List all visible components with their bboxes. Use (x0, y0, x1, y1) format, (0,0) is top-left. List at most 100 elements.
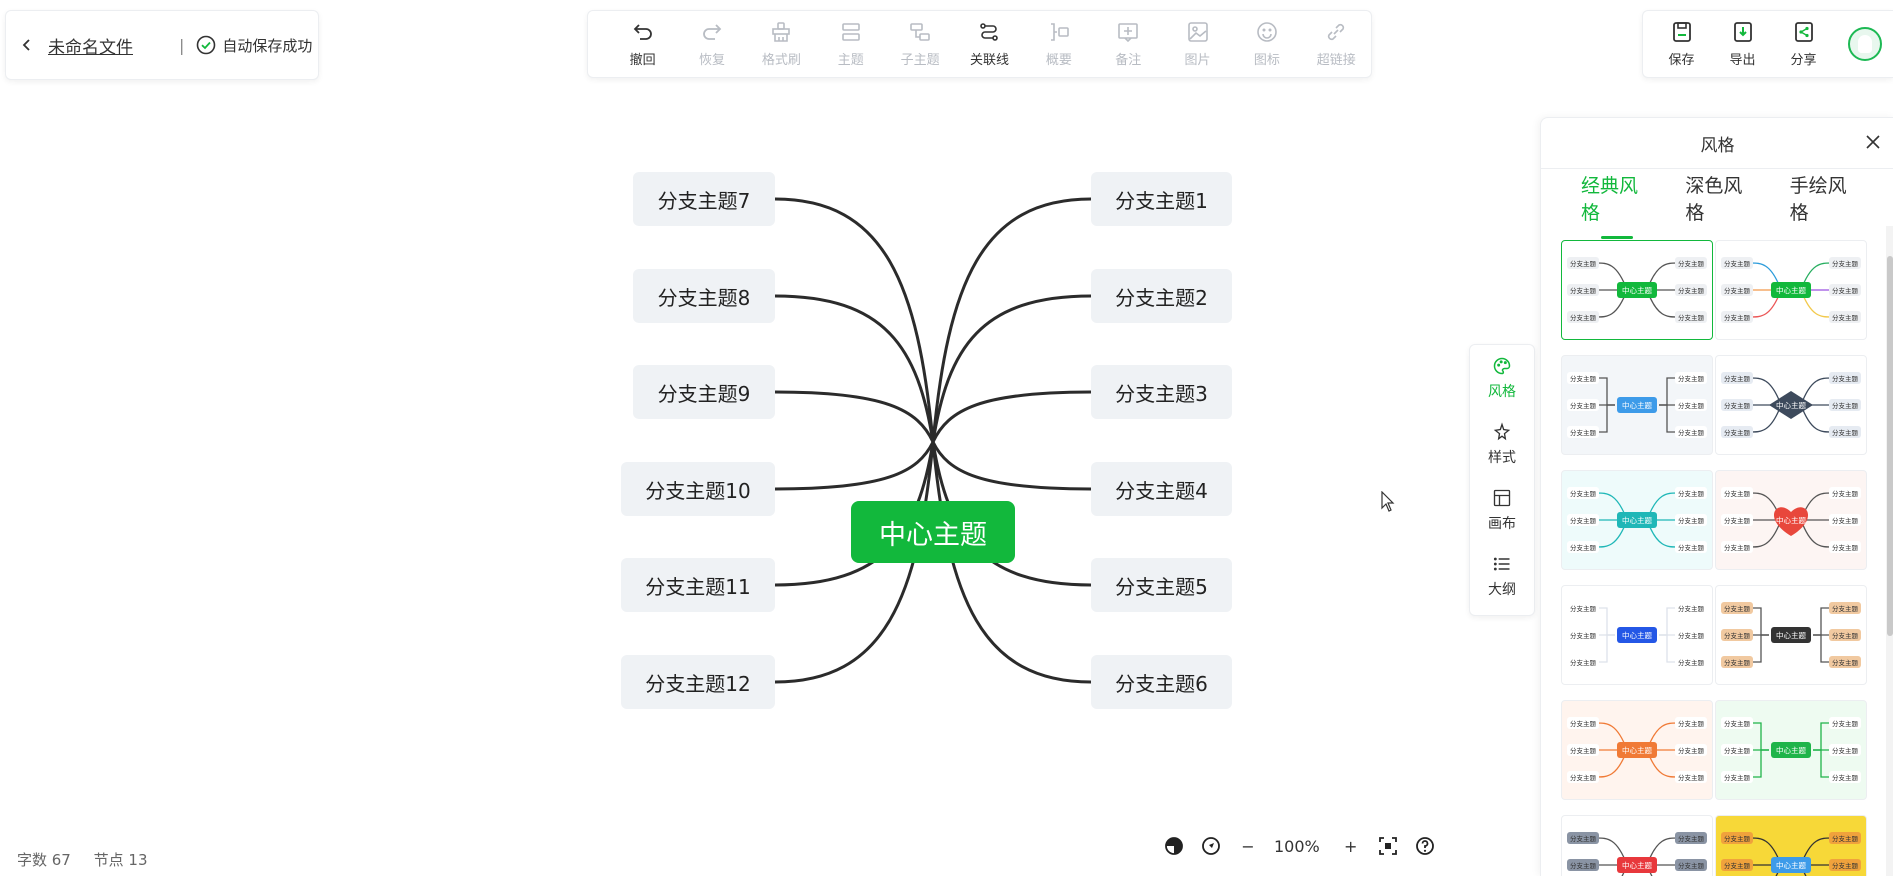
style-thumbnail[interactable]: 分支主题分支主题分支主题分支主题分支主题分支主题中心主题 (1715, 355, 1867, 455)
toolbar-button-undo[interactable]: 撤回 (608, 20, 677, 68)
sidenav-item-outline[interactable]: 大纲 (1470, 543, 1534, 609)
fit-screen-icon[interactable] (1377, 835, 1399, 857)
style-tab[interactable]: 深色风格 (1685, 171, 1757, 225)
panel-scrollbar[interactable] (1886, 226, 1893, 876)
style-thumbnail[interactable]: 分支主题分支主题分支主题分支主题分支主题分支主题中心主题 (1561, 585, 1713, 685)
toolbar-button-summary[interactable]: 概要 (1024, 20, 1093, 68)
avatar-face-icon (1858, 35, 1872, 53)
branch-topic[interactable]: 分支主题10 (621, 462, 775, 516)
toolbar-button-emoji[interactable]: 图标 (1232, 20, 1301, 68)
style-thumbnail[interactable]: 分支主题分支主题分支主题分支主题分支主题分支主题中心主题 (1561, 815, 1713, 876)
style-thumbnail[interactable]: 分支主题分支主题分支主题分支主题分支主题分支主题中心主题 (1561, 240, 1713, 340)
file-name[interactable]: 未命名文件 (48, 33, 133, 58)
back-arrow-icon[interactable] (20, 38, 34, 52)
style-thumbnail[interactable]: 分支主题分支主题分支主题分支主题分支主题分支主题中心主题 (1561, 700, 1713, 800)
svg-text:中心主题: 中心主题 (1776, 400, 1806, 410)
toolbar-button-label: 备注 (1115, 53, 1142, 68)
right-button-label: 保存 (1668, 53, 1695, 68)
branch-topic[interactable]: 分支主题1 (1091, 172, 1232, 226)
sidenav-item-style[interactable]: 样式 (1470, 411, 1534, 477)
svg-text:中心主题: 中心主题 (1776, 285, 1806, 295)
svg-text:分支主题: 分支主题 (1678, 313, 1705, 322)
avatar[interactable] (1848, 27, 1882, 61)
theme-toggle-icon[interactable] (1163, 835, 1185, 857)
svg-text:分支主题: 分支主题 (1832, 428, 1859, 437)
svg-text:分支主题: 分支主题 (1832, 861, 1859, 870)
toolbar-button-topic[interactable]: 主题 (816, 20, 885, 68)
toolbar-button-subtopic[interactable]: 子主题 (885, 20, 954, 68)
mindmap-canvas[interactable]: 中心主题 分支主题1 分支主题2 分支主题3 分支主题4 分支主题5 分支主题6 分支主题7… (0, 90, 1430, 850)
thumbnail-preview: 分支主题分支主题分支主题分支主题分支主题分支主题中心主题 (1721, 257, 1861, 323)
scrollbar-thumb[interactable] (1887, 256, 1893, 636)
svg-text:分支主题: 分支主题 (1724, 286, 1751, 295)
sidenav-item-palette[interactable]: 风格 (1470, 345, 1534, 411)
branch-topic[interactable]: 分支主题11 (621, 558, 775, 612)
branch-line (931, 294, 1092, 443)
toolbar-button-label: 图标 (1253, 53, 1280, 68)
branch-topic[interactable]: 分支主题5 (1091, 558, 1232, 612)
branch-topic[interactable]: 分支主题12 (621, 655, 775, 709)
share-button[interactable]: 分享 (1773, 20, 1834, 68)
branch-topic[interactable]: 分支主题2 (1091, 269, 1232, 323)
summary-icon (1050, 23, 1069, 41)
branch-topic[interactable]: 分支主题4 (1091, 462, 1232, 516)
toolbar-button-link[interactable]: 超链接 (1302, 20, 1371, 68)
style-thumbnail[interactable]: 分支主题分支主题分支主题分支主题分支主题分支主题中心主题 (1715, 470, 1867, 570)
sidenav-item-canvas[interactable]: 画布 (1470, 477, 1534, 543)
zoom-out-button[interactable]: − (1237, 835, 1259, 857)
style-thumbnail[interactable]: 分支主题分支主题分支主题分支主题分支主题分支主题中心主题 (1715, 700, 1867, 800)
palette-icon (1493, 357, 1511, 374)
svg-text:中心主题: 中心主题 (1776, 745, 1806, 755)
style-thumbnail[interactable]: 分支主题分支主题分支主题分支主题分支主题分支主题中心主题 (1715, 815, 1867, 876)
locate-icon[interactable] (1200, 835, 1222, 857)
svg-text:分支主题: 分支主题 (1832, 773, 1859, 782)
branch-topic-label: 分支主题12 (645, 671, 751, 696)
export-button[interactable]: 导出 (1712, 20, 1773, 68)
svg-text:分支主题: 分支主题 (1724, 259, 1751, 268)
toolbar-button-note[interactable]: 备注 (1094, 20, 1163, 68)
branch-line (774, 441, 935, 491)
branch-line (774, 294, 935, 443)
style-thumbnail[interactable]: 分支主题分支主题分支主题分支主题分支主题分支主题中心主题 (1561, 470, 1713, 570)
save-status: 自动保存成功 (196, 35, 312, 56)
toolbar-button-label: 主题 (837, 53, 864, 68)
svg-text:分支主题: 分支主题 (1724, 658, 1751, 667)
style-tab[interactable]: 经典风格 (1581, 171, 1653, 239)
style-thumbnail[interactable]: 分支主题分支主题分支主题分支主题分支主题分支主题中心主题 (1715, 240, 1867, 340)
close-icon[interactable] (1864, 133, 1882, 151)
svg-text:分支主题: 分支主题 (1832, 313, 1859, 322)
branch-topic-label: 分支主题2 (1115, 285, 1208, 310)
svg-text:分支主题: 分支主题 (1832, 259, 1859, 268)
toolbar-button-relation-line[interactable]: 关联线 (955, 20, 1024, 68)
svg-text:分支主题: 分支主题 (1724, 489, 1751, 498)
svg-text:分支主题: 分支主题 (1570, 658, 1597, 667)
svg-text:分支主题: 分支主题 (1724, 631, 1751, 640)
svg-text:分支主题: 分支主题 (1724, 401, 1751, 410)
image-icon (1187, 22, 1208, 42)
svg-text:中心主题: 中心主题 (1622, 745, 1652, 755)
svg-text:分支主题: 分支主题 (1724, 604, 1751, 613)
branch-topic[interactable]: 分支主题3 (1091, 365, 1232, 419)
branch-topic[interactable]: 分支主题7 (633, 172, 775, 226)
branch-topic-label: 分支主题9 (657, 381, 751, 406)
svg-text:分支主题: 分支主题 (1678, 631, 1705, 640)
style-thumbnail[interactable]: 分支主题分支主题分支主题分支主题分支主题分支主题中心主题 (1715, 585, 1867, 685)
help-icon[interactable] (1414, 835, 1436, 857)
toolbar-button-redo[interactable]: 恢复 (677, 20, 746, 68)
zoom-in-button[interactable]: + (1340, 835, 1362, 857)
save-status-label: 自动保存成功 (222, 36, 313, 55)
style-tab[interactable]: 手绘风格 (1790, 171, 1862, 225)
side-nav: 风格 样式 画布 大纲 (1469, 344, 1535, 616)
toolbar-button-image[interactable]: 图片 (1163, 20, 1232, 68)
center-topic[interactable]: 中心主题 (851, 501, 1015, 563)
svg-text:分支主题: 分支主题 (1678, 516, 1705, 525)
branch-topic[interactable]: 分支主题9 (633, 365, 775, 419)
svg-text:分支主题: 分支主题 (1832, 516, 1859, 525)
branch-line (774, 197, 935, 443)
branch-topic[interactable]: 分支主题6 (1091, 655, 1232, 709)
style-thumbnail[interactable]: 分支主题分支主题分支主题分支主题分支主题分支主题中心主题 (1561, 355, 1713, 455)
toolbar-button-format-brush[interactable]: 格式刷 (747, 20, 816, 68)
branch-topic[interactable]: 分支主题8 (633, 269, 775, 323)
save-button[interactable]: 保存 (1651, 20, 1712, 68)
subtopic-icon (910, 23, 930, 41)
